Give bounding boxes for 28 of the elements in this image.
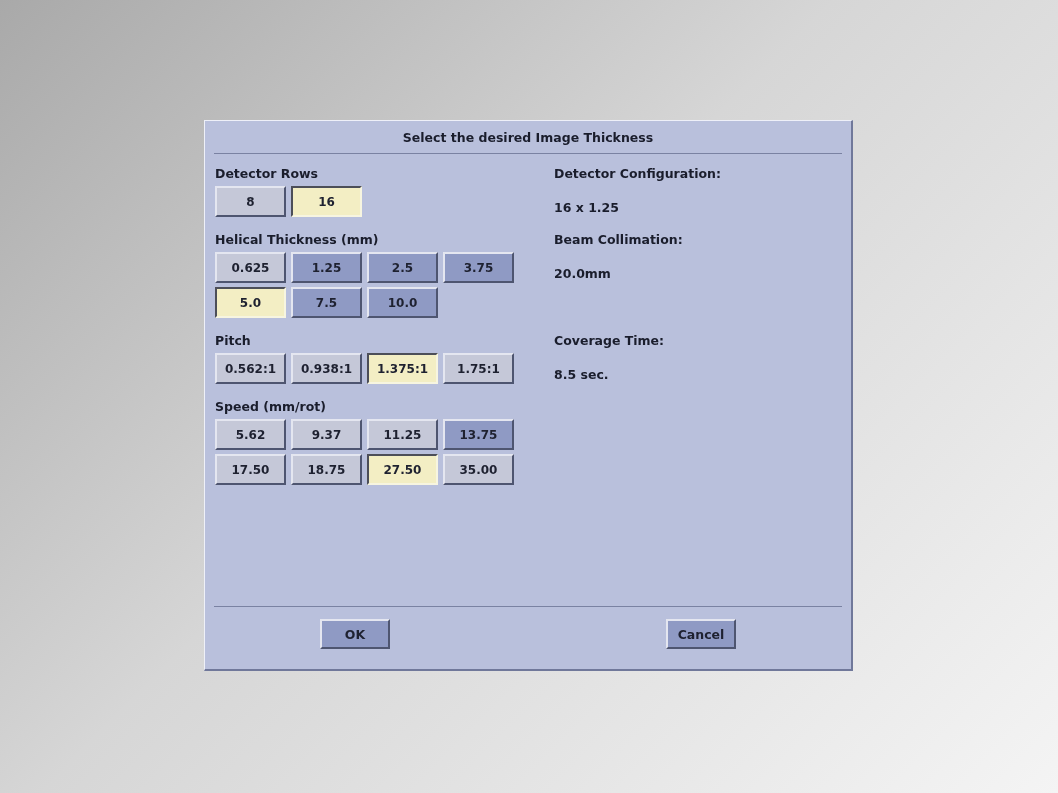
section-label: Speed (mm/rot) bbox=[215, 399, 327, 416]
option-button[interactable]: 27.50 bbox=[367, 454, 438, 485]
option-button[interactable]: 0.625 bbox=[215, 252, 286, 283]
option-button[interactable]: 9.37 bbox=[291, 419, 362, 450]
section-label: Detector Rows bbox=[215, 166, 319, 183]
option-button[interactable]: 5.0 bbox=[215, 287, 286, 318]
info-label: Coverage Time: bbox=[554, 333, 666, 350]
option-button[interactable]: 0.562:1 bbox=[215, 353, 286, 384]
option-button[interactable]: 1.375:1 bbox=[367, 353, 438, 384]
option-button[interactable]: 0.938:1 bbox=[291, 353, 362, 384]
info-label: Detector Configuration: bbox=[554, 166, 722, 183]
dialog-button[interactable]: Cancel bbox=[666, 619, 736, 649]
option-button[interactable]: 11.25 bbox=[367, 419, 438, 450]
option-button[interactable]: 18.75 bbox=[291, 454, 362, 485]
option-button[interactable]: 8 bbox=[215, 186, 286, 217]
option-button[interactable]: 17.50 bbox=[215, 454, 286, 485]
option-button[interactable]: 16 bbox=[291, 186, 362, 217]
info-value: 16 x 1.25 bbox=[554, 200, 620, 215]
info-value: 20.0mm bbox=[554, 266, 612, 281]
dialog-button[interactable]: OK bbox=[320, 619, 390, 649]
dialog-title: Select the desired Image Thickness bbox=[214, 121, 842, 154]
section-label: Pitch bbox=[215, 333, 252, 350]
option-button[interactable]: 35.00 bbox=[443, 454, 514, 485]
option-button[interactable]: 1.75:1 bbox=[443, 353, 514, 384]
info-value: 8.5 sec. bbox=[554, 367, 610, 382]
section-label: Helical Thickness (mm) bbox=[215, 232, 380, 249]
info-label: Beam Collimation: bbox=[554, 232, 684, 249]
option-button[interactable]: 5.62 bbox=[215, 419, 286, 450]
